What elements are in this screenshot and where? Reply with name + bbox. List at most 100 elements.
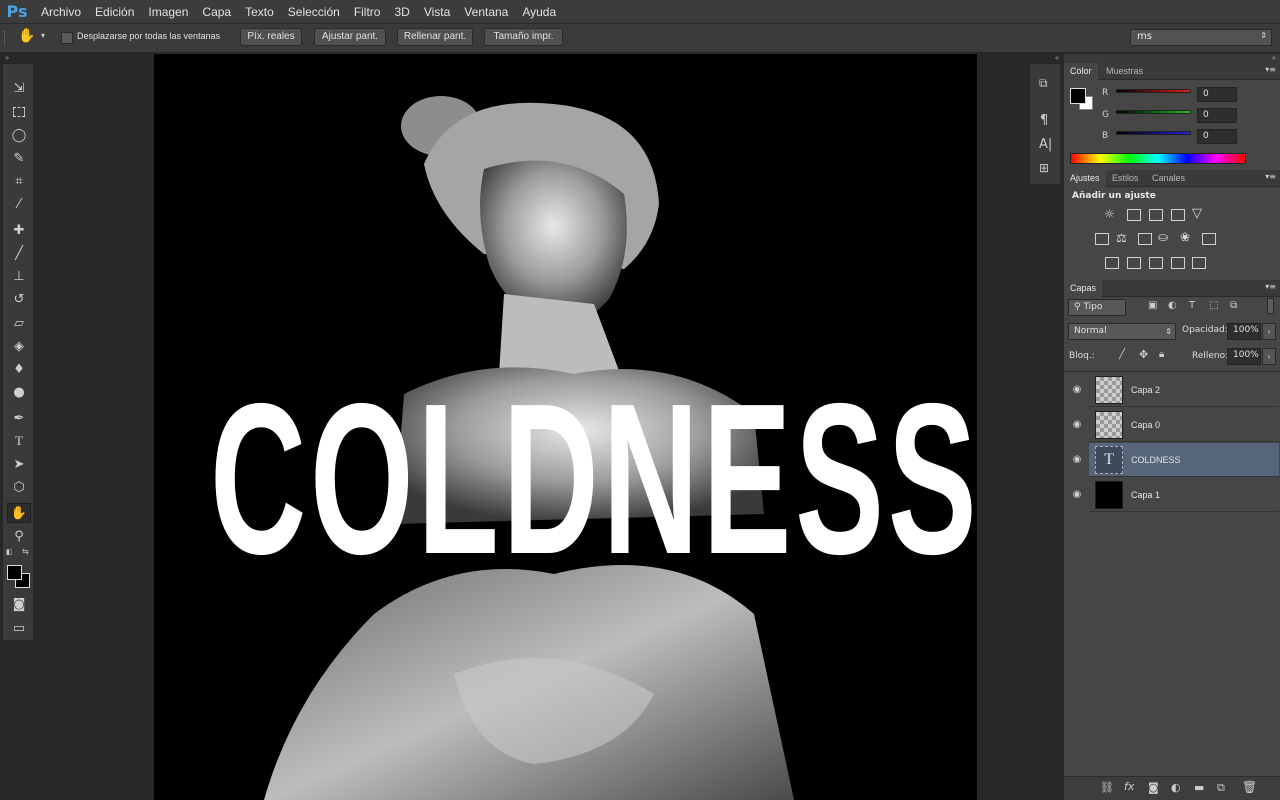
filter-adjustment-icon[interactable]: ◐ bbox=[1168, 300, 1177, 311]
actual-pixels-button[interactable]: Píx. reales bbox=[240, 28, 302, 46]
menu-3d[interactable]: 3D bbox=[387, 0, 416, 24]
visibility-eye-icon[interactable]: ◉ bbox=[1070, 373, 1084, 407]
fill-field[interactable]: 100% bbox=[1227, 348, 1261, 365]
r-value-field[interactable]: 0 bbox=[1197, 87, 1237, 102]
filter-type-icon[interactable]: T bbox=[1189, 300, 1195, 311]
paint-bucket-icon[interactable]: ◈ bbox=[7, 336, 31, 356]
chevron-down-icon[interactable]: ▾ bbox=[41, 31, 45, 40]
black-white-icon[interactable] bbox=[1138, 233, 1152, 245]
menu-archivo[interactable]: Archivo bbox=[34, 0, 88, 24]
clone-stamp-icon[interactable]: ⊥ bbox=[7, 266, 31, 286]
panel-menu-icon[interactable]: ▾≡ bbox=[1265, 65, 1276, 74]
healing-brush-icon[interactable]: ✚ bbox=[7, 220, 31, 240]
tab-swatches[interactable]: Muestras bbox=[1100, 63, 1149, 80]
new-group-icon[interactable]: ▬ bbox=[1194, 781, 1204, 794]
hand-tool-preset-icon[interactable]: ✋ bbox=[18, 28, 35, 44]
visibility-eye-icon[interactable]: ◉ bbox=[1070, 478, 1084, 512]
menu-vista[interactable]: Vista bbox=[417, 0, 457, 24]
blur-icon[interactable]: ♦ bbox=[7, 359, 31, 379]
shape-icon[interactable]: ⬡ bbox=[7, 477, 31, 497]
screen-mode-icon[interactable]: ▭ bbox=[7, 618, 31, 638]
dodge-icon[interactable]: ● bbox=[7, 382, 31, 402]
exposure-icon[interactable] bbox=[1171, 209, 1185, 221]
color-spectrum-bar[interactable] bbox=[1070, 153, 1246, 164]
color-fg-swatch[interactable] bbox=[1070, 88, 1086, 104]
menu-edicion[interactable]: Edición bbox=[88, 0, 141, 24]
tab-layers[interactable]: Capas bbox=[1064, 280, 1103, 297]
marquee-icon[interactable] bbox=[7, 102, 31, 122]
b-slider[interactable] bbox=[1116, 131, 1191, 135]
tool-presets-icon[interactable]: ⊞ bbox=[1039, 161, 1049, 175]
color-balance-icon[interactable]: ⚖ bbox=[1116, 231, 1127, 245]
fill-dropdown-icon[interactable]: › bbox=[1262, 348, 1276, 365]
swap-colors-icon[interactable]: ⇆ bbox=[22, 547, 29, 556]
eyedropper-icon[interactable]: ⁄ bbox=[7, 194, 31, 214]
hand-icon[interactable]: ✋ bbox=[7, 503, 31, 523]
quick-mask-icon[interactable]: ◙ bbox=[7, 594, 31, 614]
curves-icon[interactable] bbox=[1149, 209, 1163, 221]
menu-seleccion[interactable]: Selección bbox=[281, 0, 347, 24]
opacity-field[interactable]: 100% bbox=[1227, 323, 1261, 340]
menu-capa[interactable]: Capa bbox=[195, 0, 238, 24]
layer-filter-select[interactable]: ⚲ Tipo bbox=[1068, 299, 1126, 316]
blend-mode-select[interactable]: Normal ⇕ bbox=[1068, 323, 1176, 340]
panel-menu-icon[interactable]: ▾≡ bbox=[1265, 172, 1276, 181]
lock-pixels-icon[interactable]: ╱ bbox=[1119, 349, 1125, 360]
add-mask-icon[interactable]: ◙ bbox=[1148, 781, 1159, 794]
link-layers-icon[interactable]: ⛓ bbox=[1100, 781, 1114, 794]
tab-channels[interactable]: Canales bbox=[1146, 170, 1191, 187]
path-select-icon[interactable]: ➤ bbox=[7, 454, 31, 474]
new-adjustment-icon[interactable]: ◐ bbox=[1171, 781, 1181, 794]
new-layer-icon[interactable]: ⧉ bbox=[1217, 781, 1225, 795]
crop-icon[interactable]: ⌗ bbox=[7, 171, 31, 191]
vibrance-icon[interactable]: ▽ bbox=[1192, 206, 1202, 221]
layer-row[interactable]: Capa 1 bbox=[1089, 478, 1279, 512]
foreground-color-swatch[interactable] bbox=[7, 565, 22, 580]
print-size-button[interactable]: Tamaño impr. bbox=[484, 28, 563, 46]
layer-row-selected[interactable]: T COLDNESS bbox=[1089, 443, 1279, 477]
menu-imagen[interactable]: Imagen bbox=[141, 0, 195, 24]
tab-color[interactable]: Color bbox=[1064, 63, 1098, 80]
delete-layer-icon[interactable]: 🗑︎ bbox=[1242, 780, 1257, 794]
move-icon[interactable]: ⇲ bbox=[7, 78, 31, 98]
iconstrip-header[interactable]: « bbox=[1029, 54, 1061, 62]
g-value-field[interactable]: 0 bbox=[1197, 108, 1237, 123]
visibility-eye-icon[interactable]: ◉ bbox=[1070, 408, 1084, 442]
threshold-icon[interactable] bbox=[1149, 257, 1163, 269]
filter-pixel-icon[interactable]: ▣ bbox=[1148, 300, 1157, 311]
document-canvas[interactable]: COLDNESS bbox=[154, 54, 977, 800]
lock-transparent-icon[interactable] bbox=[1101, 351, 1110, 360]
menu-filtro[interactable]: Filtro bbox=[347, 0, 388, 24]
filter-shape-icon[interactable]: ⬚ bbox=[1209, 300, 1218, 311]
fill-screen-button[interactable]: Rellenar pant. bbox=[397, 28, 473, 46]
tab-styles[interactable]: Estilos bbox=[1106, 170, 1145, 187]
eraser-icon[interactable]: ▱ bbox=[7, 313, 31, 333]
scroll-all-windows-checkbox[interactable] bbox=[61, 32, 73, 44]
channel-mixer-icon[interactable]: ❀ bbox=[1180, 230, 1190, 244]
lock-position-icon[interactable]: ✥ bbox=[1139, 348, 1148, 361]
levels-icon[interactable] bbox=[1127, 209, 1141, 221]
opacity-dropdown-icon[interactable]: › bbox=[1262, 323, 1276, 340]
gradient-map-icon[interactable] bbox=[1171, 257, 1185, 269]
b-value-field[interactable]: 0 bbox=[1197, 129, 1237, 144]
quick-select-icon[interactable]: ✎ bbox=[7, 148, 31, 168]
posterize-icon[interactable] bbox=[1127, 257, 1141, 269]
invert-icon[interactable] bbox=[1105, 257, 1119, 269]
character-icon[interactable]: A| bbox=[1039, 137, 1052, 152]
panel-menu-icon[interactable]: ▾≡ bbox=[1265, 282, 1276, 291]
r-slider[interactable] bbox=[1116, 89, 1191, 93]
lock-all-icon[interactable]: 🔒︎ bbox=[1159, 349, 1164, 360]
photo-filter-icon[interactable]: ⛀ bbox=[1158, 230, 1168, 244]
brush-icon[interactable]: ╱ bbox=[7, 243, 31, 263]
zoom-icon[interactable]: ⚲ bbox=[7, 526, 31, 546]
menu-ayuda[interactable]: Ayuda bbox=[515, 0, 563, 24]
color-lookup-icon[interactable] bbox=[1202, 233, 1216, 245]
history-icon[interactable]: ⧉ bbox=[1039, 76, 1048, 91]
pen-icon[interactable]: ✒ bbox=[7, 408, 31, 428]
brightness-icon[interactable]: ☼ bbox=[1104, 207, 1115, 221]
tab-adjustments[interactable]: Ajustes bbox=[1064, 170, 1106, 187]
menu-texto[interactable]: Texto bbox=[238, 0, 281, 24]
layer-row[interactable]: Capa 0 bbox=[1089, 408, 1279, 442]
hue-saturation-icon[interactable] bbox=[1095, 233, 1109, 245]
paragraph-icon[interactable]: ¶ bbox=[1040, 113, 1048, 128]
